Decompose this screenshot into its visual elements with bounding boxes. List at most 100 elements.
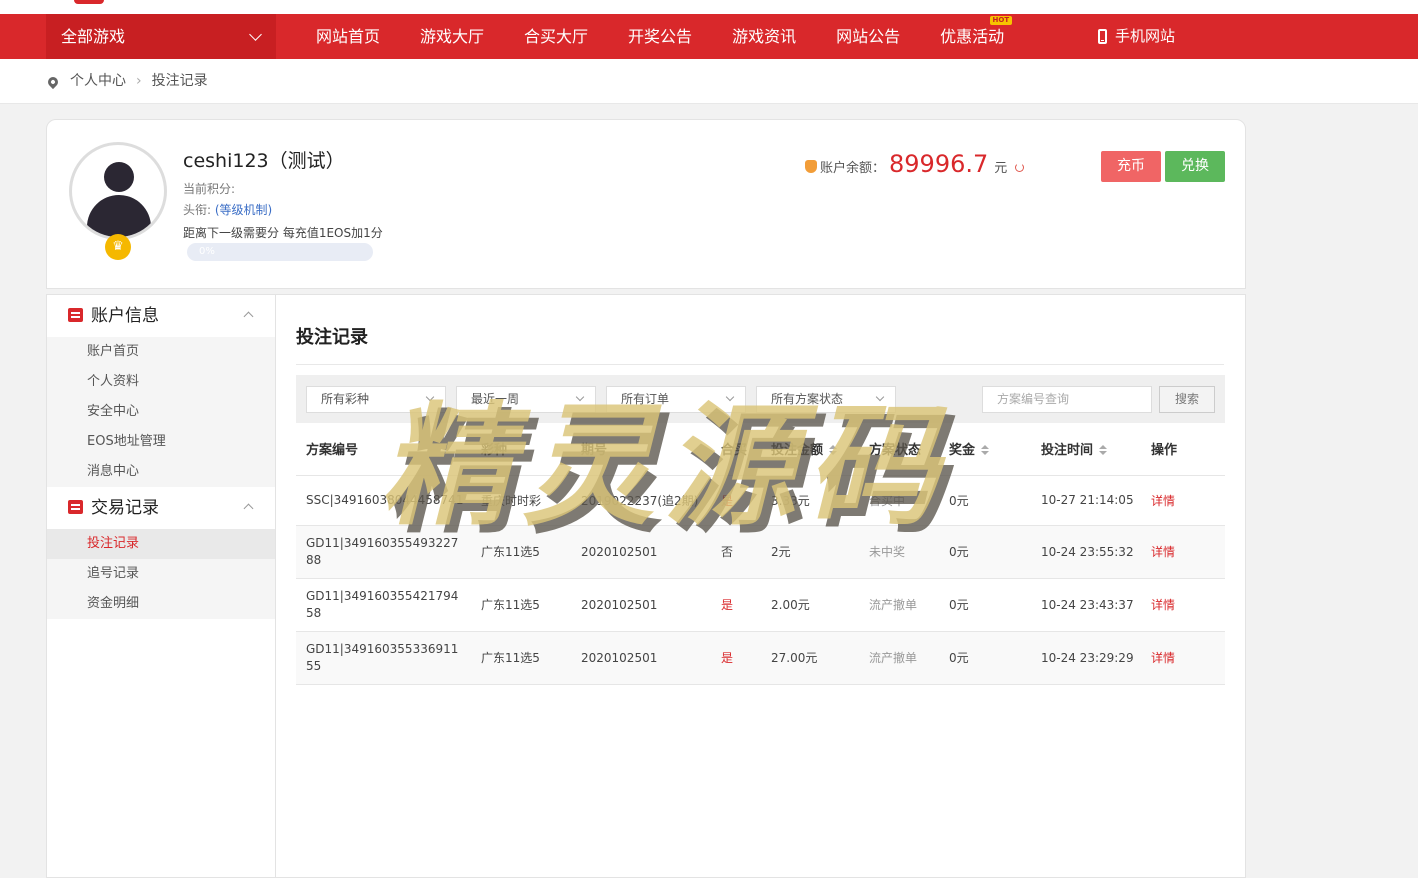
sidebar-group-trade[interactable]: 交易记录 — [47, 487, 275, 529]
chevron-down-icon — [725, 392, 735, 402]
profile-card: ♛ ceshi123（测试） 当前积分: 头衔: (等级机制) 距离下一级需要分… — [46, 119, 1246, 289]
balance-unit: 元 — [994, 161, 1008, 176]
page-title: 投注记录 — [296, 327, 368, 348]
cell-joint: 是 — [711, 578, 761, 632]
sidebar-item-eos-address[interactable]: EOS地址管理 — [47, 427, 275, 457]
nav-link-game-news[interactable]: 游戏资讯 — [712, 14, 816, 59]
location-pin-icon — [45, 74, 61, 89]
sidebar-item-messages[interactable]: 消息中心 — [47, 457, 275, 487]
cell-plan-number: GD11|34916035533691155 — [296, 631, 471, 685]
nav-link-home[interactable]: 网站首页 — [296, 14, 400, 59]
username: ceshi123（测试） — [183, 150, 345, 172]
cell-lottery: 广东11选5 — [471, 631, 571, 685]
nav-links: 网站首页 游戏大厅 合买大厅 开奖公告 游戏资讯 网站公告 优惠活动 HOT — [296, 14, 1024, 59]
col-bet-time[interactable]: 投注时间 — [1031, 423, 1141, 476]
avatar — [69, 142, 167, 240]
table-row: GD11|34916035533691155 广东11选5 2020102501… — [296, 631, 1225, 685]
sidebar-item-profile[interactable]: 个人资料 — [47, 367, 275, 397]
account-card-icon — [68, 308, 83, 322]
cell-prize: 0元 — [939, 525, 1031, 579]
cell-action: 详情 — [1141, 525, 1225, 579]
col-bet-amount[interactable]: 投注金额 — [761, 423, 859, 476]
sidebar-item-account-home[interactable]: 账户首页 — [47, 337, 275, 367]
level-progress-bar: 0% — [187, 243, 373, 261]
cell-prize: 0元 — [939, 475, 1031, 526]
recharge-button[interactable]: 充币 — [1101, 151, 1161, 182]
main-panel: 投注记录 所有彩种 最近一周 所有订单 所有方案状态 方案编号查询 搜索 方案编… — [276, 294, 1246, 878]
lottery-type-select[interactable]: 所有彩种 — [306, 386, 446, 413]
time-range-value: 最近一周 — [471, 392, 520, 406]
avatar-head — [104, 162, 134, 192]
cell-plan-status: 合买中 — [859, 475, 939, 526]
cell-plan-status: 流产撤单 — [859, 578, 939, 632]
plan-number-search-input[interactable]: 方案编号查询 — [982, 386, 1152, 413]
chevron-up-icon — [243, 503, 254, 514]
col-lottery: 彩种 — [471, 423, 571, 476]
sidebar-item-bet-records[interactable]: 投注记录 — [47, 529, 275, 559]
details-link[interactable]: 详情 — [1151, 651, 1175, 665]
chevron-up-icon — [243, 311, 254, 322]
cell-issue: 2020102501 — [571, 578, 711, 632]
nav-link-draw-notice[interactable]: 开奖公告 — [608, 14, 712, 59]
chevron-down-icon — [249, 28, 262, 41]
chevron-down-icon — [575, 392, 585, 402]
all-games-dropdown[interactable]: 全部游戏 — [46, 14, 276, 59]
plan-status-value: 所有方案状态 — [771, 392, 844, 406]
sort-icon — [1099, 445, 1108, 456]
top-strip — [0, 0, 1418, 14]
search-button[interactable]: 搜索 — [1159, 386, 1215, 413]
col-prize-label: 奖金 — [949, 443, 976, 459]
sidebar-item-security[interactable]: 安全中心 — [47, 397, 275, 427]
cell-action: 详情 — [1141, 631, 1225, 685]
cell-action: 详情 — [1141, 578, 1225, 632]
details-link[interactable]: 详情 — [1151, 598, 1175, 612]
mobile-site-link[interactable]: 手机网站 — [1098, 14, 1175, 59]
cell-lottery: 广东11选5 — [471, 525, 571, 579]
cell-bet-amount: 2.00元 — [761, 578, 859, 632]
details-link[interactable]: 详情 — [1151, 545, 1175, 559]
trade-record-icon — [68, 500, 83, 514]
all-games-label: 全部游戏 — [61, 27, 126, 46]
sidebar-item-chase-records[interactable]: 追号记录 — [47, 559, 275, 589]
cell-plan-status: 未中奖 — [859, 525, 939, 579]
table-row: GD11|34916035549322788 广东11选5 2020102501… — [296, 525, 1225, 579]
breadcrumb-home[interactable]: 个人中心 — [70, 59, 126, 104]
sidebar-group-account-label: 账户信息 — [91, 306, 159, 326]
promotions-label: 优惠活动 — [940, 27, 1005, 46]
nav-link-game-hall[interactable]: 游戏大厅 — [400, 14, 504, 59]
cell-prize: 0元 — [939, 631, 1031, 685]
nav-link-promotions[interactable]: 优惠活动 HOT — [920, 14, 1024, 59]
cell-issue: 2020102501 — [571, 525, 711, 579]
logo-fragment — [74, 0, 104, 4]
cell-lottery: 重庆时时彩 — [471, 475, 571, 526]
chevron-down-icon — [425, 392, 435, 402]
col-action: 操作 — [1141, 423, 1225, 476]
sidebar-group-account[interactable]: 账户信息 — [47, 295, 275, 337]
refresh-icon[interactable] — [1015, 163, 1025, 172]
level-mechanism-link[interactable]: (等级机制) — [215, 203, 272, 217]
plan-status-select[interactable]: 所有方案状态 — [756, 386, 896, 413]
col-plan-number: 方案编号 — [296, 423, 471, 476]
time-range-select[interactable]: 最近一周 — [456, 386, 596, 413]
cell-plan-number: GD11|34916035542179458 — [296, 578, 471, 632]
balance-value: 89996.7 — [889, 150, 989, 178]
order-type-select[interactable]: 所有订单 — [606, 386, 746, 413]
cell-bet-amount: 27.00元 — [761, 631, 859, 685]
hot-badge: HOT — [989, 16, 1013, 25]
phone-icon — [1098, 29, 1107, 44]
cell-bet-time: 10-27 21:14:05 — [1031, 475, 1141, 526]
account-balance: 账户余额： 89996.7 元 — [805, 150, 1025, 178]
cell-issue: 2020102501 — [571, 631, 711, 685]
cell-prize: 0元 — [939, 578, 1031, 632]
title-label: 头衔: — [183, 203, 212, 217]
cell-issue: 2019022237(追2期) — [571, 475, 711, 526]
col-prize[interactable]: 奖金 — [939, 423, 1031, 476]
nav-link-site-notice[interactable]: 网站公告 — [816, 14, 920, 59]
details-link[interactable]: 详情 — [1151, 494, 1175, 508]
sidebar-item-fund-details[interactable]: 资金明细 — [47, 589, 275, 619]
sort-icon — [981, 445, 990, 456]
col-plan-status: 方案状态 — [859, 423, 939, 476]
col-bet-amount-label: 投注金额 — [771, 443, 824, 459]
nav-link-joint-hall[interactable]: 合买大厅 — [504, 14, 608, 59]
exchange-button[interactable]: 兑换 — [1165, 151, 1225, 182]
